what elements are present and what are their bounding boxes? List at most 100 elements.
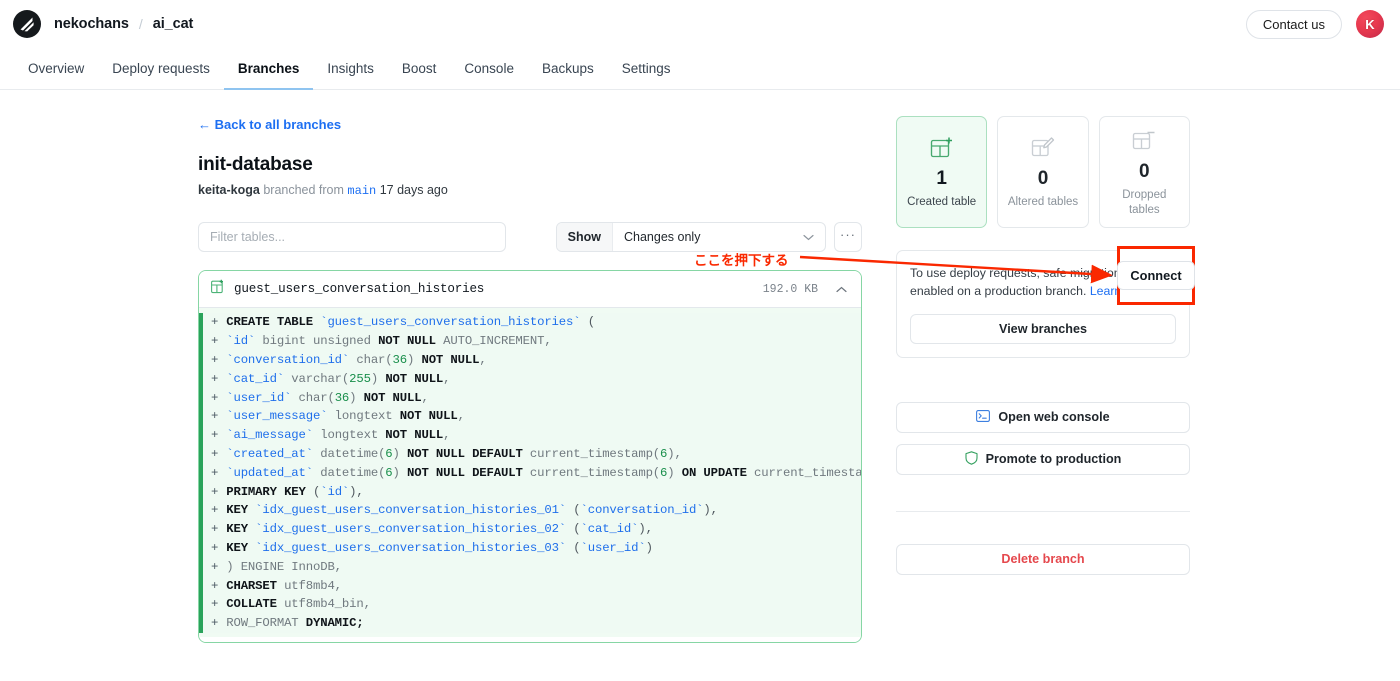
sql-token: ) — [645, 540, 653, 555]
filter-tables-input[interactable] — [198, 222, 506, 252]
sql-token: ), — [349, 484, 364, 499]
sql-token: 36 — [334, 390, 350, 405]
planetscale-logo-icon[interactable] — [12, 9, 42, 39]
shield-icon — [965, 451, 978, 468]
tab-settings[interactable]: Settings — [608, 48, 685, 90]
chevron-up-icon[interactable] — [836, 286, 847, 293]
view-branches-button[interactable]: View branches — [910, 313, 1176, 344]
sql-token: `ai_message` — [226, 428, 313, 443]
sql-token: ROW_FORMAT — [226, 616, 299, 631]
diff-line: + `cat_id` varchar(255) NOT NULL, — [199, 369, 861, 389]
sql-token: current_timestamp( — [522, 446, 661, 461]
sql-token: ), — [638, 522, 653, 537]
table-plus-icon — [211, 279, 225, 299]
sql-token: NOT NULL DEFAULT — [407, 465, 523, 480]
terminal-icon — [976, 409, 991, 425]
show-select[interactable]: Changes only — [613, 223, 825, 251]
sql-token: ( — [566, 540, 581, 555]
table-plus-icon — [929, 134, 955, 162]
page-body: ← Back to all branches init-database kei… — [0, 90, 1400, 643]
promote-to-production-button[interactable]: Promote to production — [896, 443, 1190, 475]
sql-token: 6 — [385, 446, 393, 461]
diff-line: + KEY `idx_guest_users_conversation_histo… — [199, 519, 861, 539]
table-diff-header[interactable]: guest_users_conversation_histories 192.0… — [199, 271, 861, 308]
org-breadcrumb[interactable]: nekochans — [54, 16, 129, 32]
tab-overview[interactable]: Overview — [14, 48, 98, 90]
diff-add-marker: + — [211, 390, 219, 405]
main-nav: Overview Deploy requests Branches Insigh… — [0, 48, 1400, 90]
sql-token: `updated_at` — [226, 465, 313, 480]
sql-token: `user_message` — [226, 409, 328, 424]
sql-token: KEY — [226, 540, 248, 555]
sql-token: `user_id` — [580, 540, 646, 555]
diff-line: + `conversation_id` char(36) NOT NULL, — [199, 350, 861, 370]
diff-line: + CHARSET utf8mb4, — [199, 576, 861, 595]
sql-token: `user_id` — [226, 390, 292, 405]
open-web-console-button[interactable]: Open web console — [896, 401, 1190, 433]
diff-table-size: 192.0 KB — [762, 282, 818, 296]
database-breadcrumb[interactable]: ai_cat — [153, 16, 194, 32]
diff-line: + `user_id` char(36) NOT NULL, — [199, 388, 861, 407]
diff-add-marker: + — [211, 578, 219, 593]
more-options-button[interactable]: ··· — [834, 222, 862, 252]
tab-boost[interactable]: Boost — [388, 48, 451, 90]
sql-token: 6 — [660, 446, 668, 461]
sql-token: datetime( — [313, 465, 386, 480]
toolbar-right-group: Show Changes only ··· — [555, 222, 862, 252]
stat-created-number: 1 — [936, 168, 947, 190]
sql-token: current_timestamp( — [522, 465, 661, 480]
parent-branch-link[interactable]: main — [347, 184, 376, 198]
table-diff-card: guest_users_conversation_histories 192.0… — [198, 270, 862, 643]
branch-author: keita-koga — [198, 183, 260, 197]
tab-branches[interactable]: Branches — [223, 48, 314, 90]
sql-token: ), — [667, 446, 682, 461]
stat-altered-label: Altered tables — [1007, 196, 1079, 209]
avatar[interactable]: K — [1356, 10, 1384, 38]
back-to-branches-link[interactable]: ← Back to all branches — [198, 117, 341, 132]
sql-token: varchar( — [284, 371, 350, 386]
delete-branch-button[interactable]: Delete branch — [896, 543, 1190, 575]
stat-altered-number: 0 — [1037, 168, 1049, 190]
stat-dropped-tables[interactable]: 0 Dropped tables — [1098, 116, 1190, 228]
sql-token: ( — [566, 503, 581, 518]
sql-token: ) — [407, 352, 422, 367]
sql-token: NOT NULL — [363, 390, 422, 405]
sql-token: datetime( — [313, 446, 386, 461]
breadcrumb-separator: / — [138, 16, 143, 32]
diff-add-marker: + — [211, 503, 219, 518]
diff-add-marker: + — [211, 559, 219, 574]
diff-line: + PRIMARY KEY (`id`), — [199, 482, 861, 501]
sql-token: longtext — [327, 409, 400, 424]
sql-token: `idx_guest_users_conversation_histories_… — [255, 503, 567, 518]
sql-token: ) — [667, 465, 682, 480]
sql-token: `created_at` — [226, 446, 313, 461]
sql-token: NOT NULL — [421, 352, 480, 367]
tab-deploy-requests[interactable]: Deploy requests — [98, 48, 224, 90]
diff-line: + ROW_FORMAT DYNAMIC; — [199, 613, 861, 633]
schema-change-stats: 1 Created table 0 Altered tables 0 Dropp… — [896, 116, 1190, 228]
diff-add-marker: + — [211, 371, 219, 386]
connect-button[interactable]: Connect — [1117, 261, 1195, 290]
sql-token: CHARSET — [226, 578, 277, 593]
diff-line: + `ai_message` longtext NOT NULL, — [199, 425, 861, 445]
tab-insights[interactable]: Insights — [313, 48, 388, 90]
tab-backups[interactable]: Backups — [528, 48, 608, 90]
sql-token: COLLATE — [226, 597, 277, 612]
diff-add-marker: + — [211, 522, 219, 537]
stat-created-label: Created table — [907, 196, 977, 209]
contact-us-button[interactable]: Contact us — [1245, 9, 1342, 39]
diff-line: + `user_message` longtext NOT NULL, — [199, 406, 861, 426]
tab-console[interactable]: Console — [450, 48, 528, 90]
connect-highlight-box: Connect — [1117, 246, 1195, 305]
branch-actions: Open web console Promote to production D… — [896, 401, 1190, 575]
stat-altered-tables[interactable]: 0 Altered tables — [997, 116, 1089, 228]
sql-token: NOT NULL — [385, 428, 444, 443]
chevron-down-icon — [803, 234, 814, 241]
show-filter-group: Show Changes only — [555, 222, 826, 252]
right-column: 1 Created table 0 Altered tables 0 Dropp… — [896, 116, 1190, 643]
diff-line: + KEY `idx_guest_users_conversation_histo… — [199, 500, 861, 520]
sql-token: char( — [291, 390, 335, 405]
stat-created-tables[interactable]: 1 Created table — [896, 116, 988, 228]
sql-token: char( — [349, 352, 393, 367]
